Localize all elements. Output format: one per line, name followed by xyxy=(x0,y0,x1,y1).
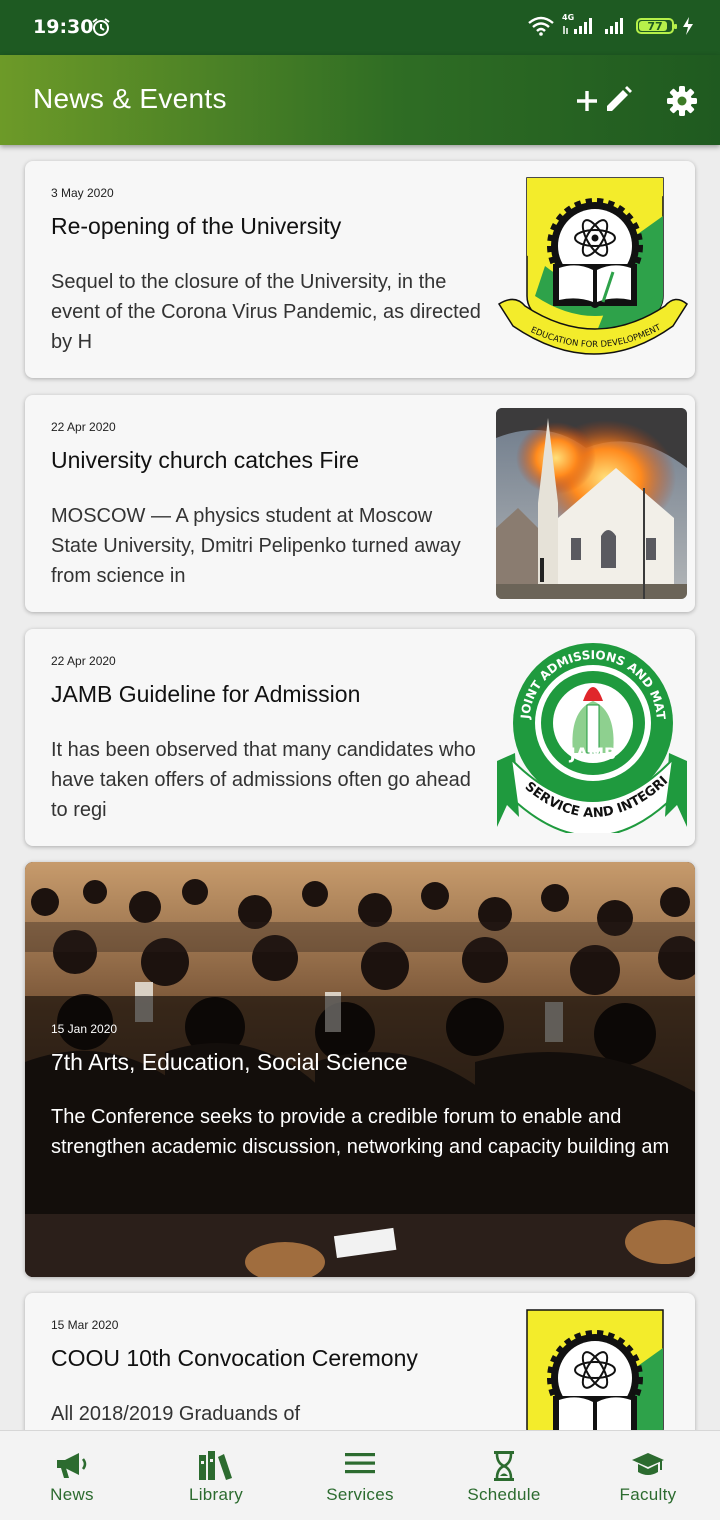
alarm-icon xyxy=(92,18,110,36)
nav-faculty[interactable]: Faculty xyxy=(576,1431,720,1520)
signal-4g-icon: 4G xyxy=(562,13,594,36)
nav-schedule-label: Schedule xyxy=(467,1485,541,1504)
article-date: 22 Apr 2020 xyxy=(51,654,116,668)
bottom-navigation: News Library Services Schedule Faculty xyxy=(0,1430,720,1520)
add-edit-button[interactable] xyxy=(574,85,634,117)
article-excerpt: Sequel to the closure of the University,… xyxy=(51,271,481,353)
nav-library-label: Library xyxy=(188,1485,244,1504)
menu-icon xyxy=(345,1453,375,1474)
article-date: 15 Jan 2020 xyxy=(51,1022,118,1036)
charging-icon xyxy=(683,17,693,35)
wifi-icon xyxy=(528,16,554,36)
article-title: 7th Arts, Education, Social Science xyxy=(51,1049,408,1075)
status-icons: 4G 77 xyxy=(528,13,694,36)
news-card-featured[interactable]: 15 Jan 2020 7th Arts, Education, Social … xyxy=(25,862,695,1277)
status-bar: 19:30 4G 77 xyxy=(0,0,720,55)
nav-services-label: Services xyxy=(326,1485,394,1504)
nav-faculty-label: Faculty xyxy=(619,1485,677,1504)
nav-services[interactable]: Services xyxy=(288,1431,432,1520)
article-title: Re-opening of the University xyxy=(51,213,342,239)
books-icon xyxy=(199,1451,232,1480)
news-card[interactable]: 15 Mar 2020 COOU 10th Convocation Ceremo… xyxy=(25,1293,695,1430)
article-excerpt: All 2018/2019 Graduands of xyxy=(51,1403,301,1425)
megaphone-icon xyxy=(57,1453,87,1478)
nav-news[interactable]: News xyxy=(0,1431,144,1520)
news-feed[interactable]: 3 May 2020 Re-opening of the University … xyxy=(0,145,720,1430)
coou-logo-image: EDUCATION FOR DEVELOPMENT xyxy=(497,177,688,355)
article-excerpt: The Conference seeks to provide a credib… xyxy=(51,1106,670,1158)
burning-church-image xyxy=(496,408,687,599)
nav-library[interactable]: Library xyxy=(144,1431,288,1520)
hourglass-icon xyxy=(494,1451,514,1481)
battery-level: 77 xyxy=(647,19,663,33)
article-date: 15 Mar 2020 xyxy=(51,1318,119,1332)
article-title: University church catches Fire xyxy=(51,447,360,473)
news-card[interactable]: 3 May 2020 Re-opening of the University … xyxy=(25,161,695,378)
page-title: News & Events xyxy=(33,83,227,114)
app-bar: News & Events xyxy=(0,55,720,145)
settings-gear-icon[interactable] xyxy=(666,85,698,117)
nav-news-label: News xyxy=(50,1485,94,1504)
news-card[interactable]: 22 Apr 2020 JAMB Guideline for Admission… xyxy=(25,629,695,846)
nav-schedule[interactable]: Schedule xyxy=(432,1431,576,1520)
article-title: COOU 10th Convocation Ceremony xyxy=(51,1345,418,1371)
article-date: 22 Apr 2020 xyxy=(51,420,116,434)
signal-icon xyxy=(605,18,623,34)
graduation-cap-icon xyxy=(632,1453,664,1475)
jamb-abbr: JAMB xyxy=(569,744,616,763)
article-excerpt: It has been observed that many candidate… xyxy=(51,739,476,821)
jamb-logo-image: JOINT ADMISSIONS AND MATRICULATION BOARD… xyxy=(495,641,687,833)
article-title: JAMB Guideline for Admission xyxy=(51,681,361,707)
battery-icon: 77 xyxy=(636,18,677,34)
article-excerpt: MOSCOW — A physics student at Moscow Sta… xyxy=(51,505,461,587)
article-date: 3 May 2020 xyxy=(51,186,114,200)
coou-logo-image xyxy=(526,1309,664,1430)
status-time: 19:30 xyxy=(33,16,94,38)
news-card[interactable]: 22 Apr 2020 University church catches Fi… xyxy=(25,395,695,612)
